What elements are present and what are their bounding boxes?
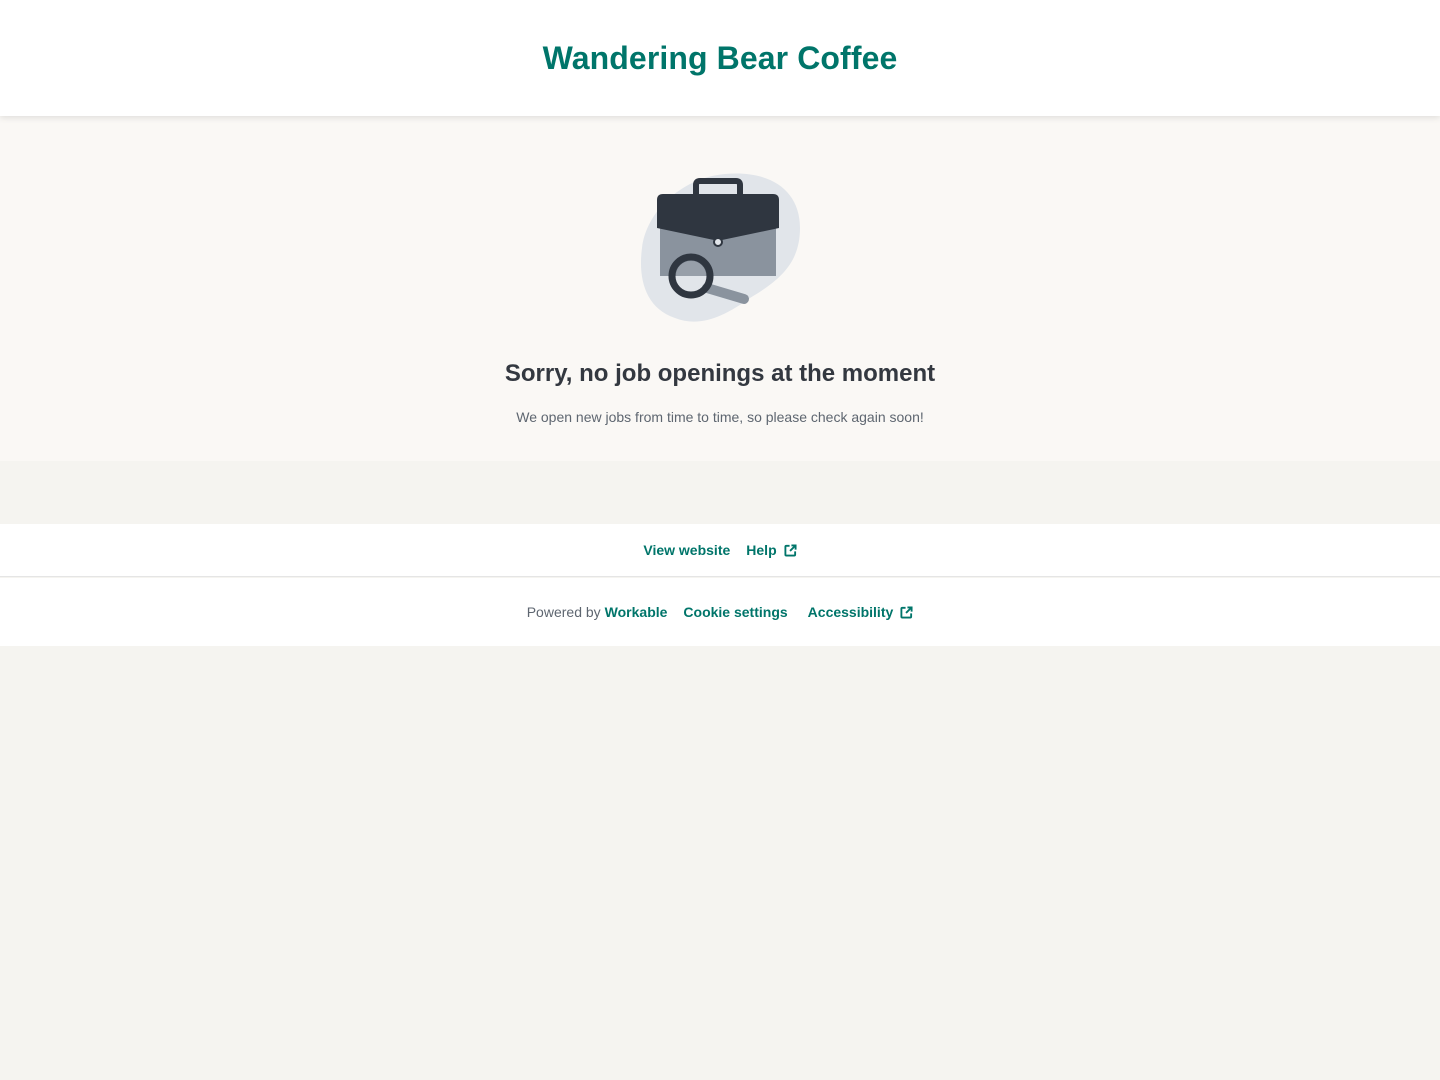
empty-state: Sorry, no job openings at the moment We …	[0, 116, 1440, 461]
site-header: Wandering Bear Coffee	[0, 0, 1440, 116]
view-website-label: View website	[643, 542, 731, 558]
brand-logo-link[interactable]: Wandering Bear Coffee	[543, 40, 898, 77]
site-footer: Powered by Workable Cookie settings Acce…	[0, 578, 1440, 646]
briefcase-search-icon	[640, 173, 800, 322]
external-link-icon	[900, 605, 913, 619]
view-website-link[interactable]: View website	[643, 542, 730, 558]
cookie-settings-link[interactable]: Cookie settings	[683, 604, 787, 620]
workable-link[interactable]: Workable	[605, 604, 668, 620]
empty-state-headline: Sorry, no job openings at the moment	[504, 360, 936, 387]
empty-state-message: We open new jobs from time to time, so p…	[516, 409, 924, 425]
accessibility-link[interactable]: Accessibility	[808, 604, 914, 620]
powered-by-text: Powered by	[526, 604, 601, 620]
help-link[interactable]: Help	[746, 542, 797, 558]
powered-by: Powered by Workable	[527, 604, 668, 620]
cookie-settings-label: Cookie settings	[683, 604, 788, 620]
help-label: Help	[746, 542, 777, 558]
accessibility-label: Accessibility	[807, 604, 894, 620]
external-link-icon	[784, 543, 797, 557]
workable-label: Workable	[604, 604, 668, 620]
company-links: View website Help	[0, 524, 1440, 577]
